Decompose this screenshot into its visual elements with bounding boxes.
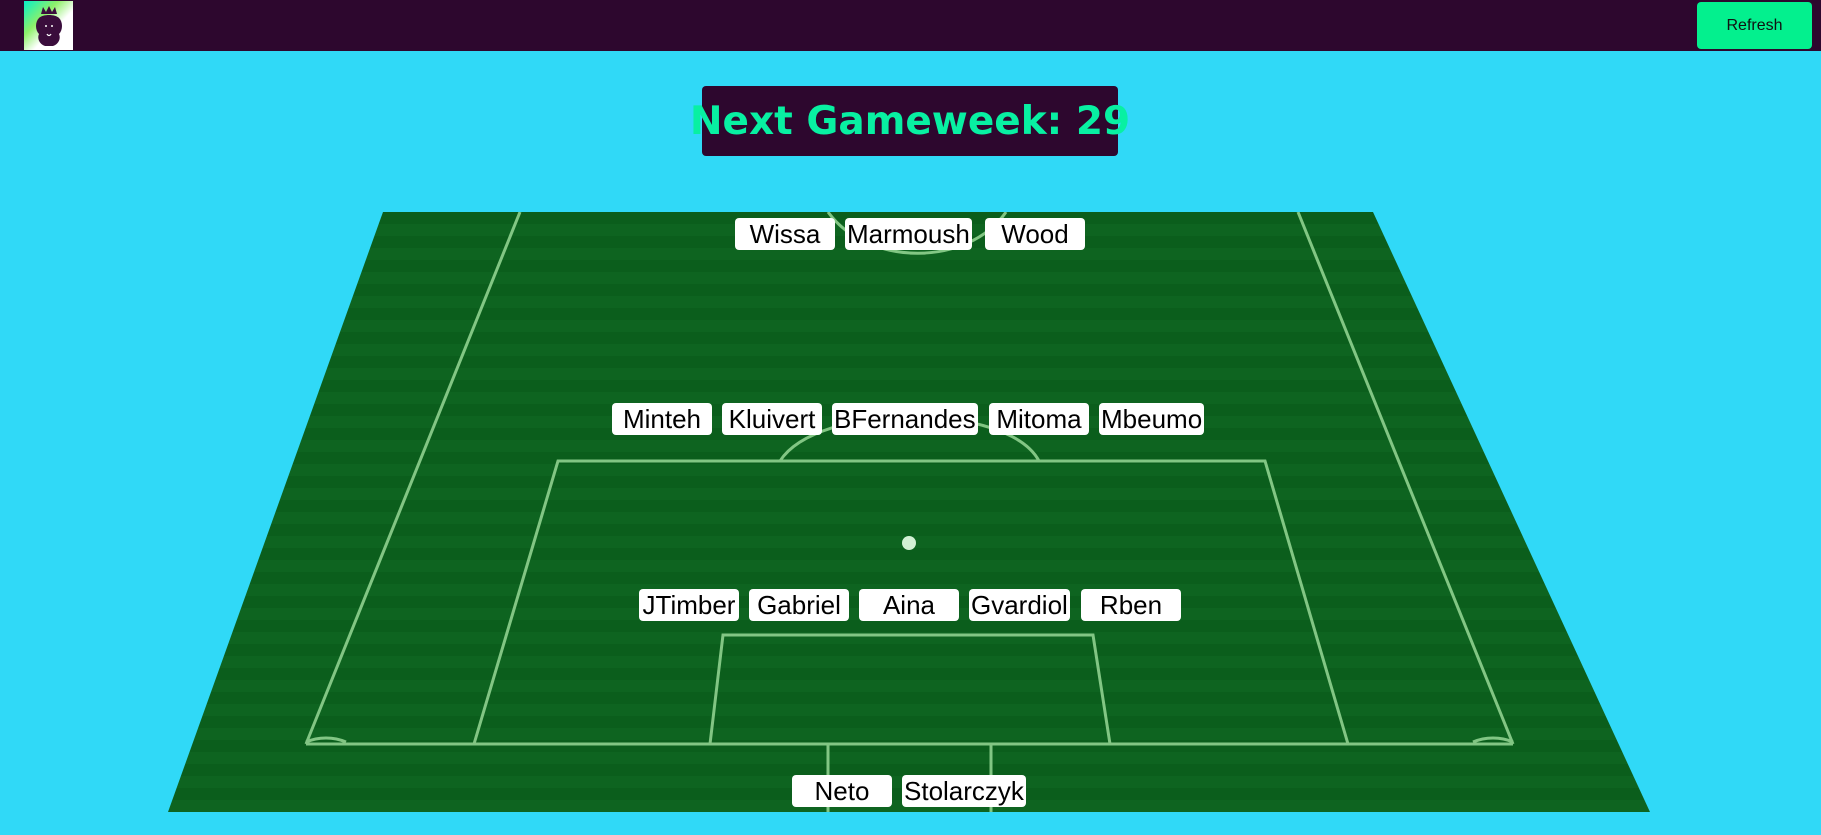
refresh-button[interactable]: Refresh (1697, 2, 1812, 49)
player-card-goalkeeper[interactable]: Neto (792, 775, 892, 807)
top-nav-bar: Refresh (0, 0, 1821, 51)
player-card-defender[interactable]: Gabriel (749, 589, 849, 621)
lion-icon (35, 5, 62, 46)
football-pitch (168, 212, 1650, 812)
player-card-midfielder[interactable]: Minteh (612, 403, 712, 435)
player-card-forward[interactable]: Marmoush (845, 218, 972, 250)
gameweek-banner: Next Gameweek: 29 (690, 86, 1130, 156)
player-card-goalkeeper[interactable]: Stolarczyk (902, 775, 1026, 807)
premier-league-logo[interactable] (24, 1, 73, 50)
player-card-defender[interactable]: Gvardiol (969, 589, 1070, 621)
player-card-defender[interactable]: JTimber (639, 589, 739, 621)
player-card-midfielder[interactable]: Kluivert (722, 403, 822, 435)
player-card-forward[interactable]: Wissa (735, 218, 835, 250)
player-card-midfielder[interactable]: Mitoma (989, 403, 1089, 435)
player-card-defender[interactable]: Rben (1081, 589, 1181, 621)
gameweek-title: Next Gameweek: 29 (689, 98, 1131, 144)
player-card-midfielder[interactable]: BFernandes (832, 403, 978, 435)
player-card-midfielder[interactable]: Mbeumo (1099, 403, 1205, 435)
player-card-forward[interactable]: Wood (985, 218, 1085, 250)
player-card-defender[interactable]: Aina (859, 589, 959, 621)
